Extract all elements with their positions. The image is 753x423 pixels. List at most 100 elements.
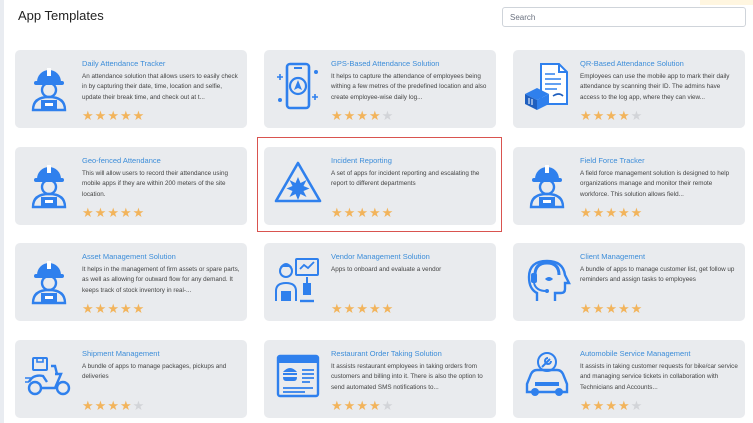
star-filled-icon: ★: [580, 302, 592, 317]
worker-icon: [21, 155, 77, 211]
star-filled-icon: ★: [82, 302, 94, 317]
star-filled-icon: ★: [331, 206, 343, 221]
hazard-icon: [270, 155, 326, 211]
card-title: Geo-fenced Attendance: [82, 156, 161, 165]
star-filled-icon: ★: [630, 206, 643, 221]
star-filled-icon: ★: [119, 206, 132, 221]
star-filled-icon: ★: [592, 399, 605, 414]
card-description: A set of apps for incident reporting and…: [331, 170, 480, 188]
template-card[interactable]: Incident Reporting A set of apps for inc…: [264, 147, 496, 225]
card-title: Shipment Management: [82, 349, 160, 358]
star-filled-icon: ★: [107, 399, 119, 414]
star-filled-icon: ★: [343, 109, 356, 124]
rating-stars: ★ ★ ★ ★ ★: [82, 303, 144, 317]
card-title: Vendor Management Solution: [331, 252, 430, 261]
star-filled-icon: ★: [605, 302, 617, 317]
star-filled-icon: ★: [617, 206, 630, 221]
star-filled-icon: ★: [343, 302, 356, 317]
vendor-icon: [270, 251, 326, 307]
template-card[interactable]: QR-Based Attendance Solution Employees c…: [513, 50, 745, 128]
rating-stars: ★ ★ ★ ★ ★: [82, 110, 144, 124]
star-empty-icon: ★: [381, 109, 394, 124]
gps-phone-icon: [270, 58, 326, 114]
star-filled-icon: ★: [617, 109, 630, 124]
star-filled-icon: ★: [356, 206, 368, 221]
star-filled-icon: ★: [94, 399, 107, 414]
template-card[interactable]: GPS-Based Attendance Solution It helps t…: [264, 50, 496, 128]
card-title: Incident Reporting: [331, 156, 392, 165]
star-filled-icon: ★: [381, 206, 394, 221]
card-description: An attendance solution that allows users…: [82, 73, 238, 101]
star-filled-icon: ★: [592, 109, 605, 124]
star-filled-icon: ★: [356, 399, 368, 414]
headset-head-icon: [519, 251, 575, 307]
card-description: A field force management solution is des…: [580, 170, 730, 198]
star-filled-icon: ★: [94, 109, 107, 124]
star-filled-icon: ★: [94, 302, 107, 317]
star-filled-icon: ★: [132, 109, 145, 124]
template-card[interactable]: Geo-fenced Attendance This will allow us…: [15, 147, 247, 225]
card-title: Client Management: [580, 252, 646, 261]
star-filled-icon: ★: [107, 206, 119, 221]
card-title: Restaurant Order Taking Solution: [331, 349, 442, 358]
star-filled-icon: ★: [630, 302, 643, 317]
star-filled-icon: ★: [331, 302, 343, 317]
card-description: It helps in the management of firm asset…: [82, 266, 240, 294]
card-title: Field Force Tracker: [580, 156, 645, 165]
star-empty-icon: ★: [132, 399, 145, 414]
card-title: QR-Based Attendance Solution: [580, 59, 684, 68]
worker-icon: [21, 58, 77, 114]
star-filled-icon: ★: [119, 109, 132, 124]
worker-icon: [21, 251, 77, 307]
star-filled-icon: ★: [107, 109, 119, 124]
star-filled-icon: ★: [82, 206, 94, 221]
template-card[interactable]: Shipment Management A bundle of apps to …: [15, 340, 247, 418]
star-empty-icon: ★: [630, 109, 643, 124]
card-description: Employees can use the mobile app to mark…: [580, 73, 730, 101]
card-description: It assists in taking customer requests f…: [580, 363, 738, 391]
star-filled-icon: ★: [356, 109, 368, 124]
template-card[interactable]: Daily Attendance Tracker An attendance s…: [15, 50, 247, 128]
template-card[interactable]: Restaurant Order Taking Solution It assi…: [264, 340, 496, 418]
template-card[interactable]: Asset Management Solution It helps in th…: [15, 243, 247, 321]
star-filled-icon: ★: [119, 302, 132, 317]
worker-icon: [519, 155, 575, 211]
star-filled-icon: ★: [343, 206, 356, 221]
template-card[interactable]: Vendor Management Solution Apps to onboa…: [264, 243, 496, 321]
star-filled-icon: ★: [132, 206, 145, 221]
star-empty-icon: ★: [630, 399, 643, 414]
star-filled-icon: ★: [580, 399, 592, 414]
star-filled-icon: ★: [368, 109, 381, 124]
star-filled-icon: ★: [605, 399, 617, 414]
template-grid: Daily Attendance Tracker An attendance s…: [0, 0, 753, 423]
template-card[interactable]: Field Force Tracker A field force manage…: [513, 147, 745, 225]
star-filled-icon: ★: [107, 302, 119, 317]
star-empty-icon: ★: [381, 399, 394, 414]
card-description: A bundle of apps to manage customer list…: [580, 266, 735, 284]
card-description: It assists restaurant employees in takin…: [331, 363, 483, 391]
star-filled-icon: ★: [580, 206, 592, 221]
star-filled-icon: ★: [368, 399, 381, 414]
qr-document-icon: [519, 58, 575, 114]
card-title: Daily Attendance Tracker: [82, 59, 166, 68]
star-filled-icon: ★: [592, 302, 605, 317]
star-filled-icon: ★: [368, 206, 381, 221]
star-filled-icon: ★: [82, 109, 94, 124]
card-description: It helps to capture the attendance of em…: [331, 73, 487, 101]
star-filled-icon: ★: [381, 302, 394, 317]
star-filled-icon: ★: [592, 206, 605, 221]
star-filled-icon: ★: [132, 302, 145, 317]
rating-stars: ★ ★ ★ ★ ★: [331, 110, 393, 124]
rating-stars: ★ ★ ★ ★ ★: [82, 400, 144, 414]
template-card[interactable]: Automobile Service Management It assists…: [513, 340, 745, 418]
card-title: Asset Management Solution: [82, 252, 176, 261]
star-filled-icon: ★: [356, 302, 368, 317]
star-filled-icon: ★: [580, 109, 592, 124]
rating-stars: ★ ★ ★ ★ ★: [331, 303, 393, 317]
delivery-scooter-icon: [21, 348, 77, 404]
restaurant-menu-icon: [270, 348, 326, 404]
star-filled-icon: ★: [119, 399, 132, 414]
star-filled-icon: ★: [331, 399, 343, 414]
template-card[interactable]: Client Management A bundle of apps to ma…: [513, 243, 745, 321]
rating-stars: ★ ★ ★ ★ ★: [580, 207, 642, 221]
